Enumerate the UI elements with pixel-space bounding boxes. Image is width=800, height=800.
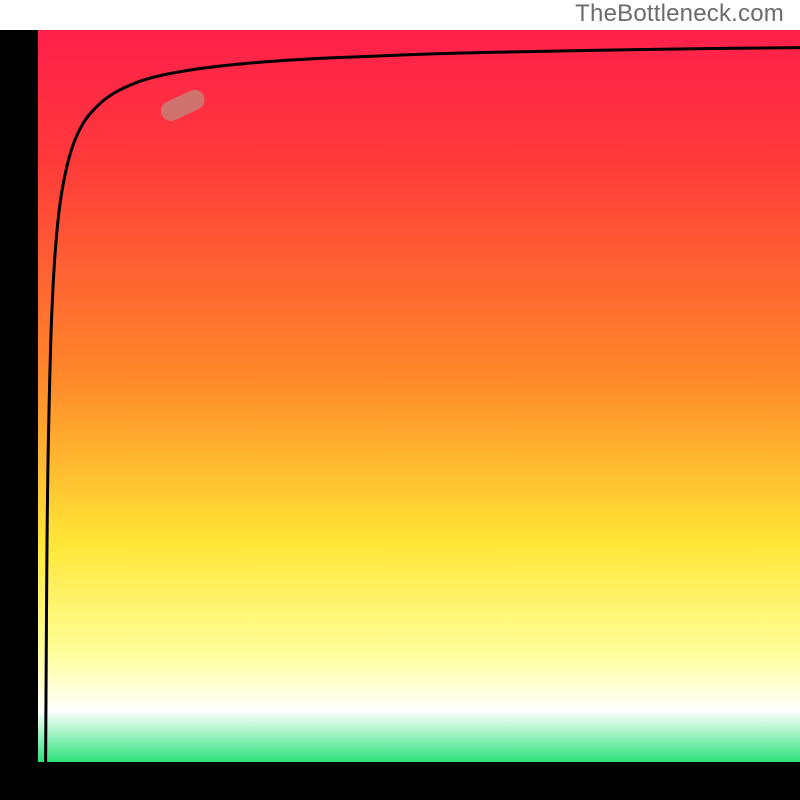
frame-bottom — [0, 762, 800, 800]
watermark-label: TheBottleneck.com — [575, 0, 784, 28]
chart-container: TheBottleneck.com — [0, 0, 800, 800]
plot-background — [38, 30, 800, 762]
bottleneck-chart — [0, 0, 800, 800]
frame-left — [0, 30, 38, 800]
